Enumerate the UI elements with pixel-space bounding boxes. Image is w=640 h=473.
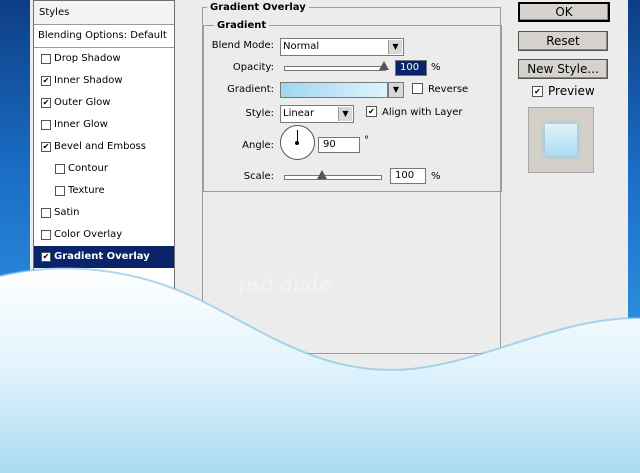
style-item-checkbox[interactable]: [41, 54, 51, 64]
style-item-checkbox[interactable]: [55, 164, 65, 174]
style-item-checkbox[interactable]: [41, 230, 51, 240]
style-item-checkbox[interactable]: [41, 208, 51, 218]
styles-list: Styles Blending Options: Default Drop Sh…: [33, 0, 175, 342]
style-item-label: Color Overlay: [54, 229, 123, 240]
style-item-checkbox[interactable]: [55, 186, 65, 196]
gradient-dropdown[interactable]: ▼: [388, 82, 404, 98]
style-item-checkbox[interactable]: ✔: [41, 252, 51, 262]
opacity-slider-track[interactable]: [284, 66, 386, 71]
scale-unit: %: [431, 171, 441, 182]
style-item-label: Overlay: [54, 273, 93, 284]
style-item-outer-glow[interactable]: ✔ Outer Glow: [34, 92, 174, 114]
new-style-button[interactable]: New Style...: [518, 59, 608, 79]
style-item-bevel-and-emboss[interactable]: ✔ Bevel and Emboss: [34, 136, 174, 158]
reset-button[interactable]: Reset: [518, 31, 608, 51]
angle-dial[interactable]: [280, 125, 315, 160]
angle-label: Angle:: [242, 140, 274, 151]
angle-dial-center: [295, 141, 299, 145]
style-item-label: Drop Shadow: [54, 53, 121, 64]
gradient-overlay-group: Gradient Overlay Gradient Blend Mode: No…: [202, 2, 502, 354]
style-item-drop-shadow[interactable]: Drop Shadow: [34, 48, 174, 70]
style-select[interactable]: Linear ▼: [280, 105, 354, 123]
style-item-label: Texture: [68, 185, 105, 196]
style-item-inner-shadow[interactable]: ✔ Inner Shadow: [34, 70, 174, 92]
opacity-unit: %: [431, 62, 441, 73]
opacity-label: Opacity:: [232, 62, 274, 73]
style-item-satin[interactable]: Satin: [34, 202, 174, 224]
gradient-label: Gradient:: [227, 84, 274, 95]
styles-header[interactable]: Styles: [34, 1, 174, 25]
layer-style-dialog: Styles Blending Options: Default Drop Sh…: [30, 0, 628, 473]
style-item-contour[interactable]: Contour: [34, 158, 174, 180]
scale-input[interactable]: 100: [390, 168, 426, 184]
preview-label: Preview: [548, 84, 595, 98]
chevron-down-icon: ▼: [388, 40, 402, 54]
style-item-label: Gradient Overlay: [54, 251, 150, 262]
blend-mode-label: Blend Mode:: [211, 40, 274, 51]
style-item-checkbox[interactable]: ✔: [41, 98, 51, 108]
style-items: Drop Shadow ✔ Inner Shadow ✔ Outer Glow Inner…: [34, 48, 174, 290]
gradient-section-title: Gradient: [214, 20, 270, 31]
style-preview: [528, 107, 594, 173]
style-item-label: Satin: [54, 207, 80, 218]
style-item-checkbox[interactable]: [41, 274, 51, 284]
style-item-label: Outer Glow: [54, 97, 111, 108]
scale-slider-track[interactable]: [284, 175, 382, 180]
style-value: Linear: [283, 108, 315, 119]
blend-mode-value: Normal: [283, 41, 320, 52]
style-item-gradient-overlay[interactable]: ✔ Gradient Overlay: [34, 246, 174, 268]
gradient-picker[interactable]: [280, 82, 388, 98]
style-item-label: Inner Glow: [54, 119, 108, 130]
align-with-layer-label: Align with Layer: [382, 107, 463, 118]
style-label: Style:: [245, 108, 275, 119]
style-item-checkbox[interactable]: ✔: [41, 142, 51, 152]
gradient-section: Gradient Blend Mode: Normal ▼ Opacity: 1…: [203, 20, 502, 192]
style-item-checkbox[interactable]: [41, 120, 51, 130]
opacity-slider-thumb[interactable]: [379, 61, 389, 70]
watermark-text: psd dude: [238, 272, 331, 296]
opacity-input[interactable]: 100: [395, 60, 427, 76]
scale-label: Scale:: [243, 171, 274, 182]
style-item-color-overlay[interactable]: Color Overlay: [34, 224, 174, 246]
style-item-inner-glow[interactable]: Inner Glow: [34, 114, 174, 136]
style-item-label: Inner Shadow: [54, 75, 123, 86]
scale-slider-thumb[interactable]: [317, 170, 328, 179]
gradient-overlay-title: Gradient Overlay: [207, 2, 309, 13]
style-item-label: Contour: [68, 163, 108, 174]
ok-button[interactable]: OK: [518, 2, 610, 22]
preview-swatch: [545, 124, 577, 156]
reverse-label: Reverse: [428, 84, 469, 95]
style-item-texture[interactable]: Texture: [34, 180, 174, 202]
reverse-checkbox[interactable]: [412, 83, 423, 94]
blending-options-item[interactable]: Blending Options: Default: [34, 25, 174, 48]
angle-input[interactable]: 90: [318, 137, 360, 153]
chevron-down-icon: ▼: [389, 83, 403, 97]
style-item-overlay[interactable]: Overlay: [34, 268, 174, 290]
angle-unit: °: [364, 135, 369, 146]
blend-mode-select[interactable]: Normal ▼: [280, 38, 404, 56]
style-item-checkbox[interactable]: ✔: [41, 76, 51, 86]
align-with-layer-checkbox[interactable]: ✔: [366, 106, 377, 117]
style-item-label: Bevel and Emboss: [54, 141, 146, 152]
chevron-down-icon: ▼: [338, 107, 352, 121]
preview-checkbox[interactable]: ✔: [532, 86, 543, 97]
